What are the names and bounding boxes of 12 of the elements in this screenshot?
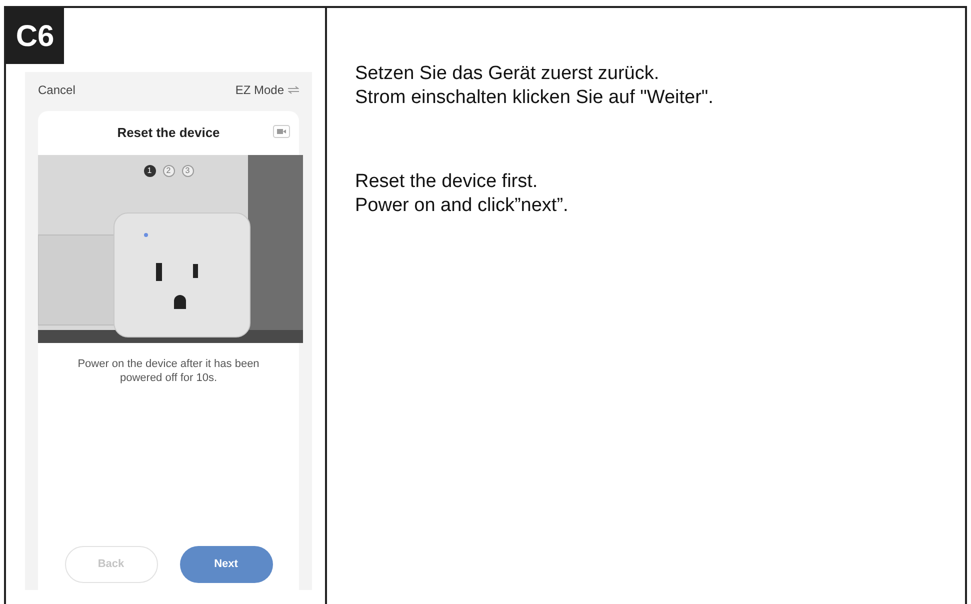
card-title: Reset the device: [117, 124, 220, 142]
mode-link[interactable]: EZ Mode: [235, 81, 284, 99]
step-badge: C6: [6, 8, 64, 64]
instruction-line: Reset the device first.: [355, 170, 539, 194]
swap-icon[interactable]: [288, 86, 299, 94]
video-icon[interactable]: [273, 125, 290, 138]
instruction-line: Setzen Sie das Gerät zuerst zurück.: [355, 62, 660, 86]
instruction-line: Strom einschalten klicken Sie auf "Weiter".: [355, 86, 714, 110]
next-button[interactable]: Next: [180, 546, 272, 583]
cancel-link[interactable]: Cancel: [38, 81, 76, 99]
instruction-line: Power on and click”next”.: [355, 194, 570, 218]
instruction-text: Power on the device after it has been powered off for 10s.: [76, 357, 260, 385]
